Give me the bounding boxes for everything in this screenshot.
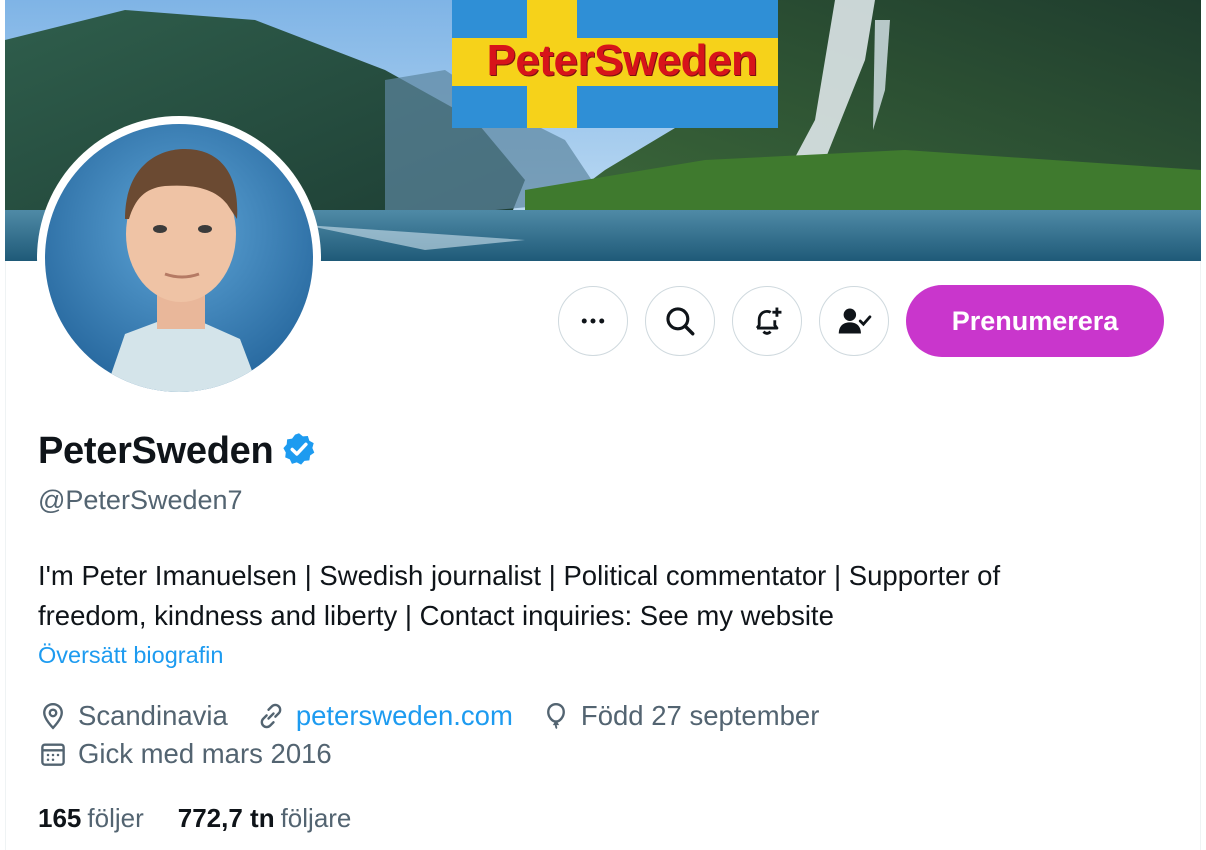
avatar-image xyxy=(45,124,313,392)
handle: @PeterSweden7 xyxy=(38,485,243,515)
joined: Gick med mars 2016 xyxy=(38,738,332,770)
link-icon xyxy=(260,703,282,729)
notifications-button[interactable] xyxy=(732,286,802,356)
following-stat[interactable]: 165 följer xyxy=(38,803,144,834)
followers-stat[interactable]: 772,7 tn följare xyxy=(178,803,352,834)
display-name: PeterSweden xyxy=(38,430,274,472)
banner-logo-text: PeterSweden xyxy=(486,36,758,85)
bio-line: freedom, kindness and liberty | Contact … xyxy=(38,600,834,631)
following-label: följer xyxy=(87,803,144,833)
following-button[interactable] xyxy=(819,286,889,356)
birthday-text: Född 27 september xyxy=(580,700,820,731)
location: Scandinavia xyxy=(38,700,228,732)
calendar-icon xyxy=(41,743,65,766)
followers-count: 772,7 tn xyxy=(177,803,275,833)
balloon-icon xyxy=(546,702,565,730)
verified-badge-icon[interactable] xyxy=(281,431,317,472)
search-button[interactable] xyxy=(645,286,715,356)
follow-stats: 165 följer 772,7 tn följare xyxy=(38,803,385,834)
bio: I'm Peter Imanuelsen | Swedish journalis… xyxy=(38,556,1178,636)
subscribe-button[interactable]: Prenumerera xyxy=(906,285,1164,357)
birthday: Född 27 september xyxy=(541,700,819,732)
more-icon xyxy=(581,318,605,324)
search-icon xyxy=(666,307,695,336)
bio-line: I'm Peter Imanuelsen | Swedish journalis… xyxy=(38,560,1001,591)
person-check-icon xyxy=(838,308,872,334)
joined-text: Gick med mars 2016 xyxy=(78,738,332,769)
followers-label: följare xyxy=(280,803,352,833)
profile-actions: Prenumerera xyxy=(558,285,1164,357)
bell-plus-icon xyxy=(755,307,782,335)
more-button[interactable] xyxy=(558,286,628,356)
display-name-row: PeterSweden xyxy=(38,430,317,473)
location-pin-icon xyxy=(43,702,63,730)
following-count: 165 xyxy=(38,803,82,833)
website: petersweden.com xyxy=(256,700,513,732)
website-link[interactable]: petersweden.com xyxy=(296,700,513,732)
translate-bio-link[interactable]: Översätt biografin xyxy=(38,642,223,669)
profile-meta: Scandinavia petersweden.com Född 27 sept… xyxy=(38,700,847,732)
profile-meta-joined: Gick med mars 2016 xyxy=(38,738,360,770)
location-text: Scandinavia xyxy=(78,700,228,731)
avatar[interactable] xyxy=(37,116,321,400)
